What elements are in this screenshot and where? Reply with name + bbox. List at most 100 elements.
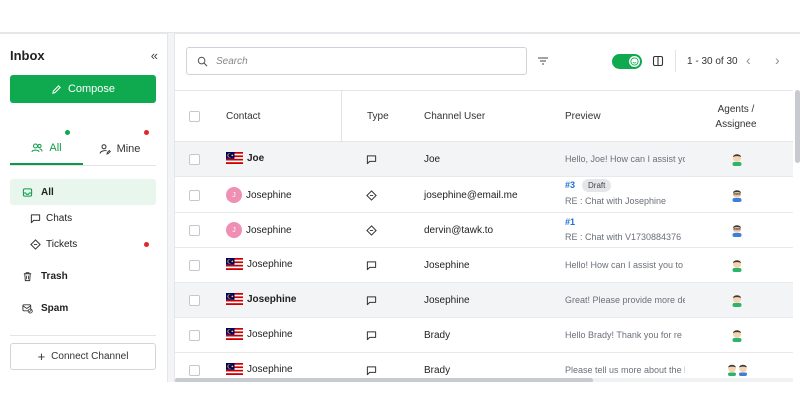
malaysia-flag-icon xyxy=(226,328,243,340)
sidebar-item-label: Spam xyxy=(41,302,69,314)
row-checkbox[interactable] xyxy=(189,295,200,306)
chevron-right-icon[interactable]: › xyxy=(775,52,780,68)
channel-user: josephine@email.me xyxy=(424,190,518,201)
contact-cell: Josephine xyxy=(226,293,296,305)
spam-icon xyxy=(22,303,33,313)
inbox-icon xyxy=(22,187,33,197)
sidebar-item-label: Trash xyxy=(41,270,68,282)
sidebar-item-all[interactable]: All xyxy=(10,179,156,205)
message-preview: Great! Please provide more de xyxy=(565,295,685,305)
table-row[interactable]: Joe Joe Hello, Joe! How can I assist yo xyxy=(175,142,793,177)
conversation-table: Contact Type Channel User Preview Agents… xyxy=(175,90,793,383)
sidebar-item-chats[interactable]: Chats xyxy=(10,205,156,231)
unread-dot xyxy=(144,130,149,135)
column-header-preview[interactable]: Preview xyxy=(565,111,601,122)
column-header-agents-line2: Assignee xyxy=(715,119,757,130)
column-divider xyxy=(341,91,342,143)
table-row[interactable]: J Josephine josephine@email.me #3 Draft … xyxy=(175,178,793,213)
table-row[interactable]: Josephine Josephine Great! Please provid… xyxy=(175,283,793,318)
sidebar-item-label: Chats xyxy=(46,212,73,224)
row-checkbox[interactable] xyxy=(189,225,200,236)
table-row[interactable]: Josephine Josephine Hello! How can I ass… xyxy=(175,248,793,283)
chat-bubble-icon xyxy=(30,213,41,223)
message-preview: RE : Chat with Josephine xyxy=(565,196,667,206)
malaysia-flag-icon xyxy=(226,152,243,164)
conversation-list-panel: 1 - 30 of 30 ‹ › Contact Type Channel Us… xyxy=(174,33,800,383)
sidebar-item-spam[interactable]: Spam xyxy=(10,295,156,321)
chevron-left-icon[interactable]: ‹ xyxy=(746,52,751,68)
avatar: J xyxy=(226,187,242,203)
availability-toggle[interactable] xyxy=(612,54,642,69)
vertical-scrollbar[interactable] xyxy=(795,90,800,378)
ticket-id[interactable]: #1 xyxy=(565,217,575,227)
malaysia-flag-icon xyxy=(226,293,243,305)
contact-cell: Joe xyxy=(226,152,264,164)
select-all-checkbox[interactable] xyxy=(189,111,200,122)
contact-cell: Josephine xyxy=(226,328,293,340)
table-row[interactable]: J Josephine dervin@tawk.to #1 RE : Chat … xyxy=(175,213,793,248)
columns-icon[interactable] xyxy=(652,55,664,67)
status-badge: Draft xyxy=(582,179,612,192)
connect-channel-label: Connect Channel xyxy=(51,351,129,362)
scrollbar-thumb[interactable] xyxy=(795,90,800,163)
contact-name: Josephine xyxy=(247,258,293,270)
chat-bubble-icon xyxy=(366,366,377,376)
row-checkbox[interactable] xyxy=(189,154,200,165)
sidebar-item-label: All xyxy=(41,186,54,198)
tab-mine[interactable]: Mine xyxy=(83,130,156,165)
filter-icon[interactable] xyxy=(537,55,549,67)
contact-name: Josephine xyxy=(247,363,293,375)
message-preview: Hello, Joe! How can I assist yo xyxy=(565,154,685,164)
sidebar-item-trash[interactable]: Trash xyxy=(10,263,156,289)
sidebar-item-label: Tickets xyxy=(46,238,78,250)
table-row[interactable]: Josephine Brady Hello Brady! Thank you f… xyxy=(175,318,793,353)
column-header-agents[interactable]: Agents / Assignee xyxy=(711,102,761,132)
toggle-knob xyxy=(629,56,640,67)
sidebar-nav: All Chats Tickets Trash Spam xyxy=(10,179,156,321)
double-chevron-left-icon[interactable]: « xyxy=(151,48,158,63)
sidebar-header: Inbox « xyxy=(10,46,158,64)
divider xyxy=(675,50,676,72)
row-checkbox[interactable] xyxy=(189,330,200,341)
agent-avatar-icon xyxy=(732,330,742,342)
status-dot xyxy=(65,130,70,135)
unread-dot xyxy=(144,241,149,247)
agent-avatar-icon xyxy=(732,190,742,202)
message-preview: RE : Chat with V1730884376 xyxy=(565,232,682,242)
divider xyxy=(10,335,156,336)
contact-name: Josephine xyxy=(247,328,293,340)
malaysia-flag-icon xyxy=(226,363,243,375)
ticket-icon xyxy=(30,238,41,250)
user-edit-icon xyxy=(99,143,111,155)
row-checkbox[interactable] xyxy=(189,260,200,271)
column-header-channel-user[interactable]: Channel User xyxy=(424,111,485,122)
tab-all[interactable]: All xyxy=(10,130,83,165)
sidebar-title: Inbox xyxy=(10,47,45,63)
row-checkbox[interactable] xyxy=(189,190,200,201)
agent-avatar-icon xyxy=(732,260,742,272)
row-checkbox[interactable] xyxy=(189,365,200,376)
ticket-id[interactable]: #3 xyxy=(565,180,575,190)
chat-bubble-icon xyxy=(366,331,377,341)
tab-mine-label: Mine xyxy=(116,142,141,155)
column-header-contact[interactable]: Contact xyxy=(226,111,260,122)
pagination-label: 1 - 30 of 30 xyxy=(687,56,738,67)
filter-tabs: All Mine xyxy=(10,130,156,166)
compose-label: Compose xyxy=(67,83,116,95)
column-header-type[interactable]: Type xyxy=(367,111,389,122)
multiple-agents-icon xyxy=(728,364,747,376)
sidebar: Inbox « Compose All Mine All Chats Ticke… xyxy=(0,33,168,382)
sidebar-item-tickets[interactable]: Tickets xyxy=(10,231,156,257)
search-icon xyxy=(197,56,208,66)
contact-cell: Josephine xyxy=(226,258,293,270)
chat-bubble-icon xyxy=(366,261,377,271)
compose-button[interactable]: Compose xyxy=(10,75,156,103)
channel-user: Brady xyxy=(424,365,451,376)
search-box[interactable] xyxy=(186,47,527,75)
tab-all-label: All xyxy=(49,141,62,154)
channel-user: Joe xyxy=(424,154,441,165)
contact-name: Josephine xyxy=(246,224,292,236)
search-input[interactable] xyxy=(216,55,506,67)
connect-channel-button[interactable]: + Connect Channel xyxy=(10,343,156,370)
top-bar xyxy=(0,0,800,33)
